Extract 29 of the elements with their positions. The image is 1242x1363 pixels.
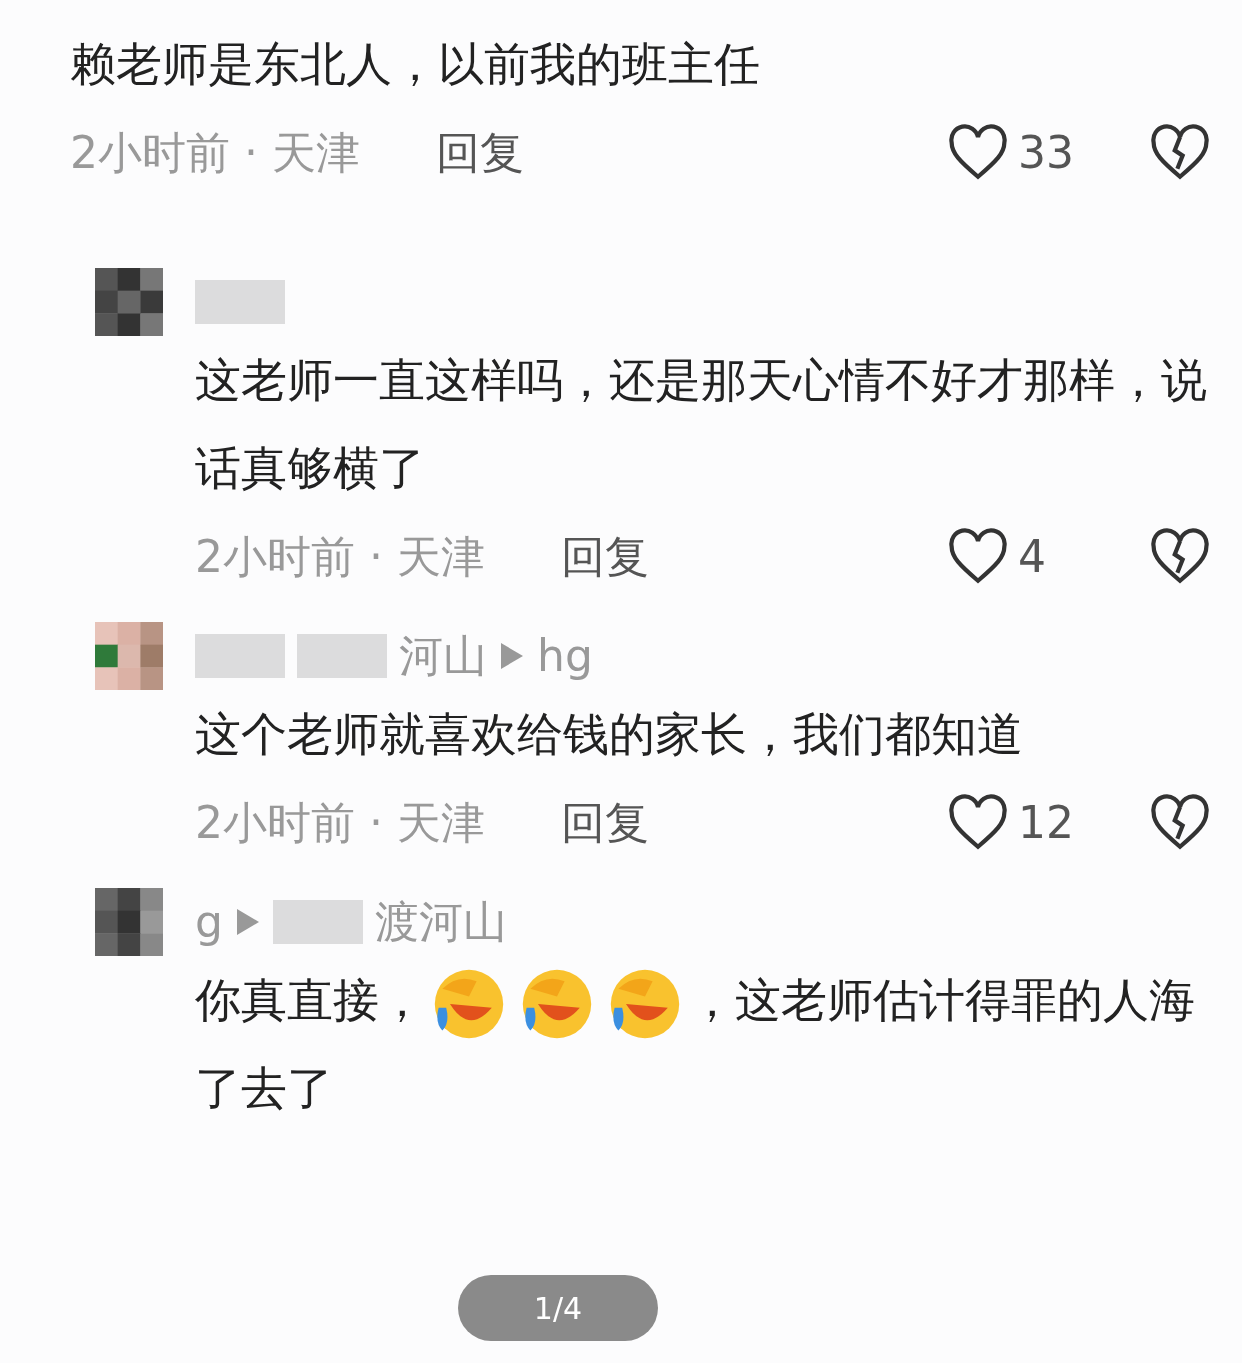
avatar-icon[interactable]	[95, 268, 163, 336]
like-count: 33	[1018, 126, 1075, 180]
comment-text: 这老师一直这样吗，还是那天心情不好才那样，说话真够横了	[195, 352, 1208, 497]
play-arrow-icon	[499, 641, 525, 671]
like-count: 4	[1018, 530, 1047, 584]
reply-button[interactable]: 回复	[561, 790, 649, 856]
avatar-icon[interactable]	[95, 622, 163, 690]
comment-time-location: 2小时前 · 天津	[195, 796, 485, 850]
reply-button[interactable]: 回复	[561, 524, 649, 590]
like-count: 12	[1018, 796, 1075, 850]
comment-time-location: 2小时前 · 天津	[195, 530, 485, 584]
comment-text: 这个老师就喜欢给钱的家长，我们都知道	[195, 706, 1024, 763]
comment-text: 赖老师是东北人，以前我的班主任	[70, 36, 761, 93]
broken-heart-icon[interactable]	[1148, 124, 1212, 182]
heart-icon[interactable]	[946, 794, 1010, 852]
comment-time-location: 2小时前 · 天津	[70, 126, 360, 180]
play-arrow-icon	[234, 907, 261, 937]
username[interactable]: g	[195, 889, 223, 955]
username[interactable]: 渡河山	[374, 889, 507, 955]
heart-icon[interactable]	[946, 124, 1010, 182]
page-indicator[interactable]: 1/4	[458, 1275, 658, 1341]
reply-button[interactable]: 回复	[436, 120, 524, 186]
username[interactable]: 河山	[399, 623, 487, 689]
broken-heart-icon[interactable]	[1148, 794, 1212, 852]
comment-text: 你真直接， ，这老师估计得罪的人海了去了	[195, 956, 1212, 1132]
username[interactable]: hg	[537, 623, 593, 689]
avatar-icon[interactable]	[95, 888, 163, 956]
broken-heart-icon[interactable]	[1148, 528, 1212, 586]
heart-icon[interactable]	[946, 528, 1010, 586]
